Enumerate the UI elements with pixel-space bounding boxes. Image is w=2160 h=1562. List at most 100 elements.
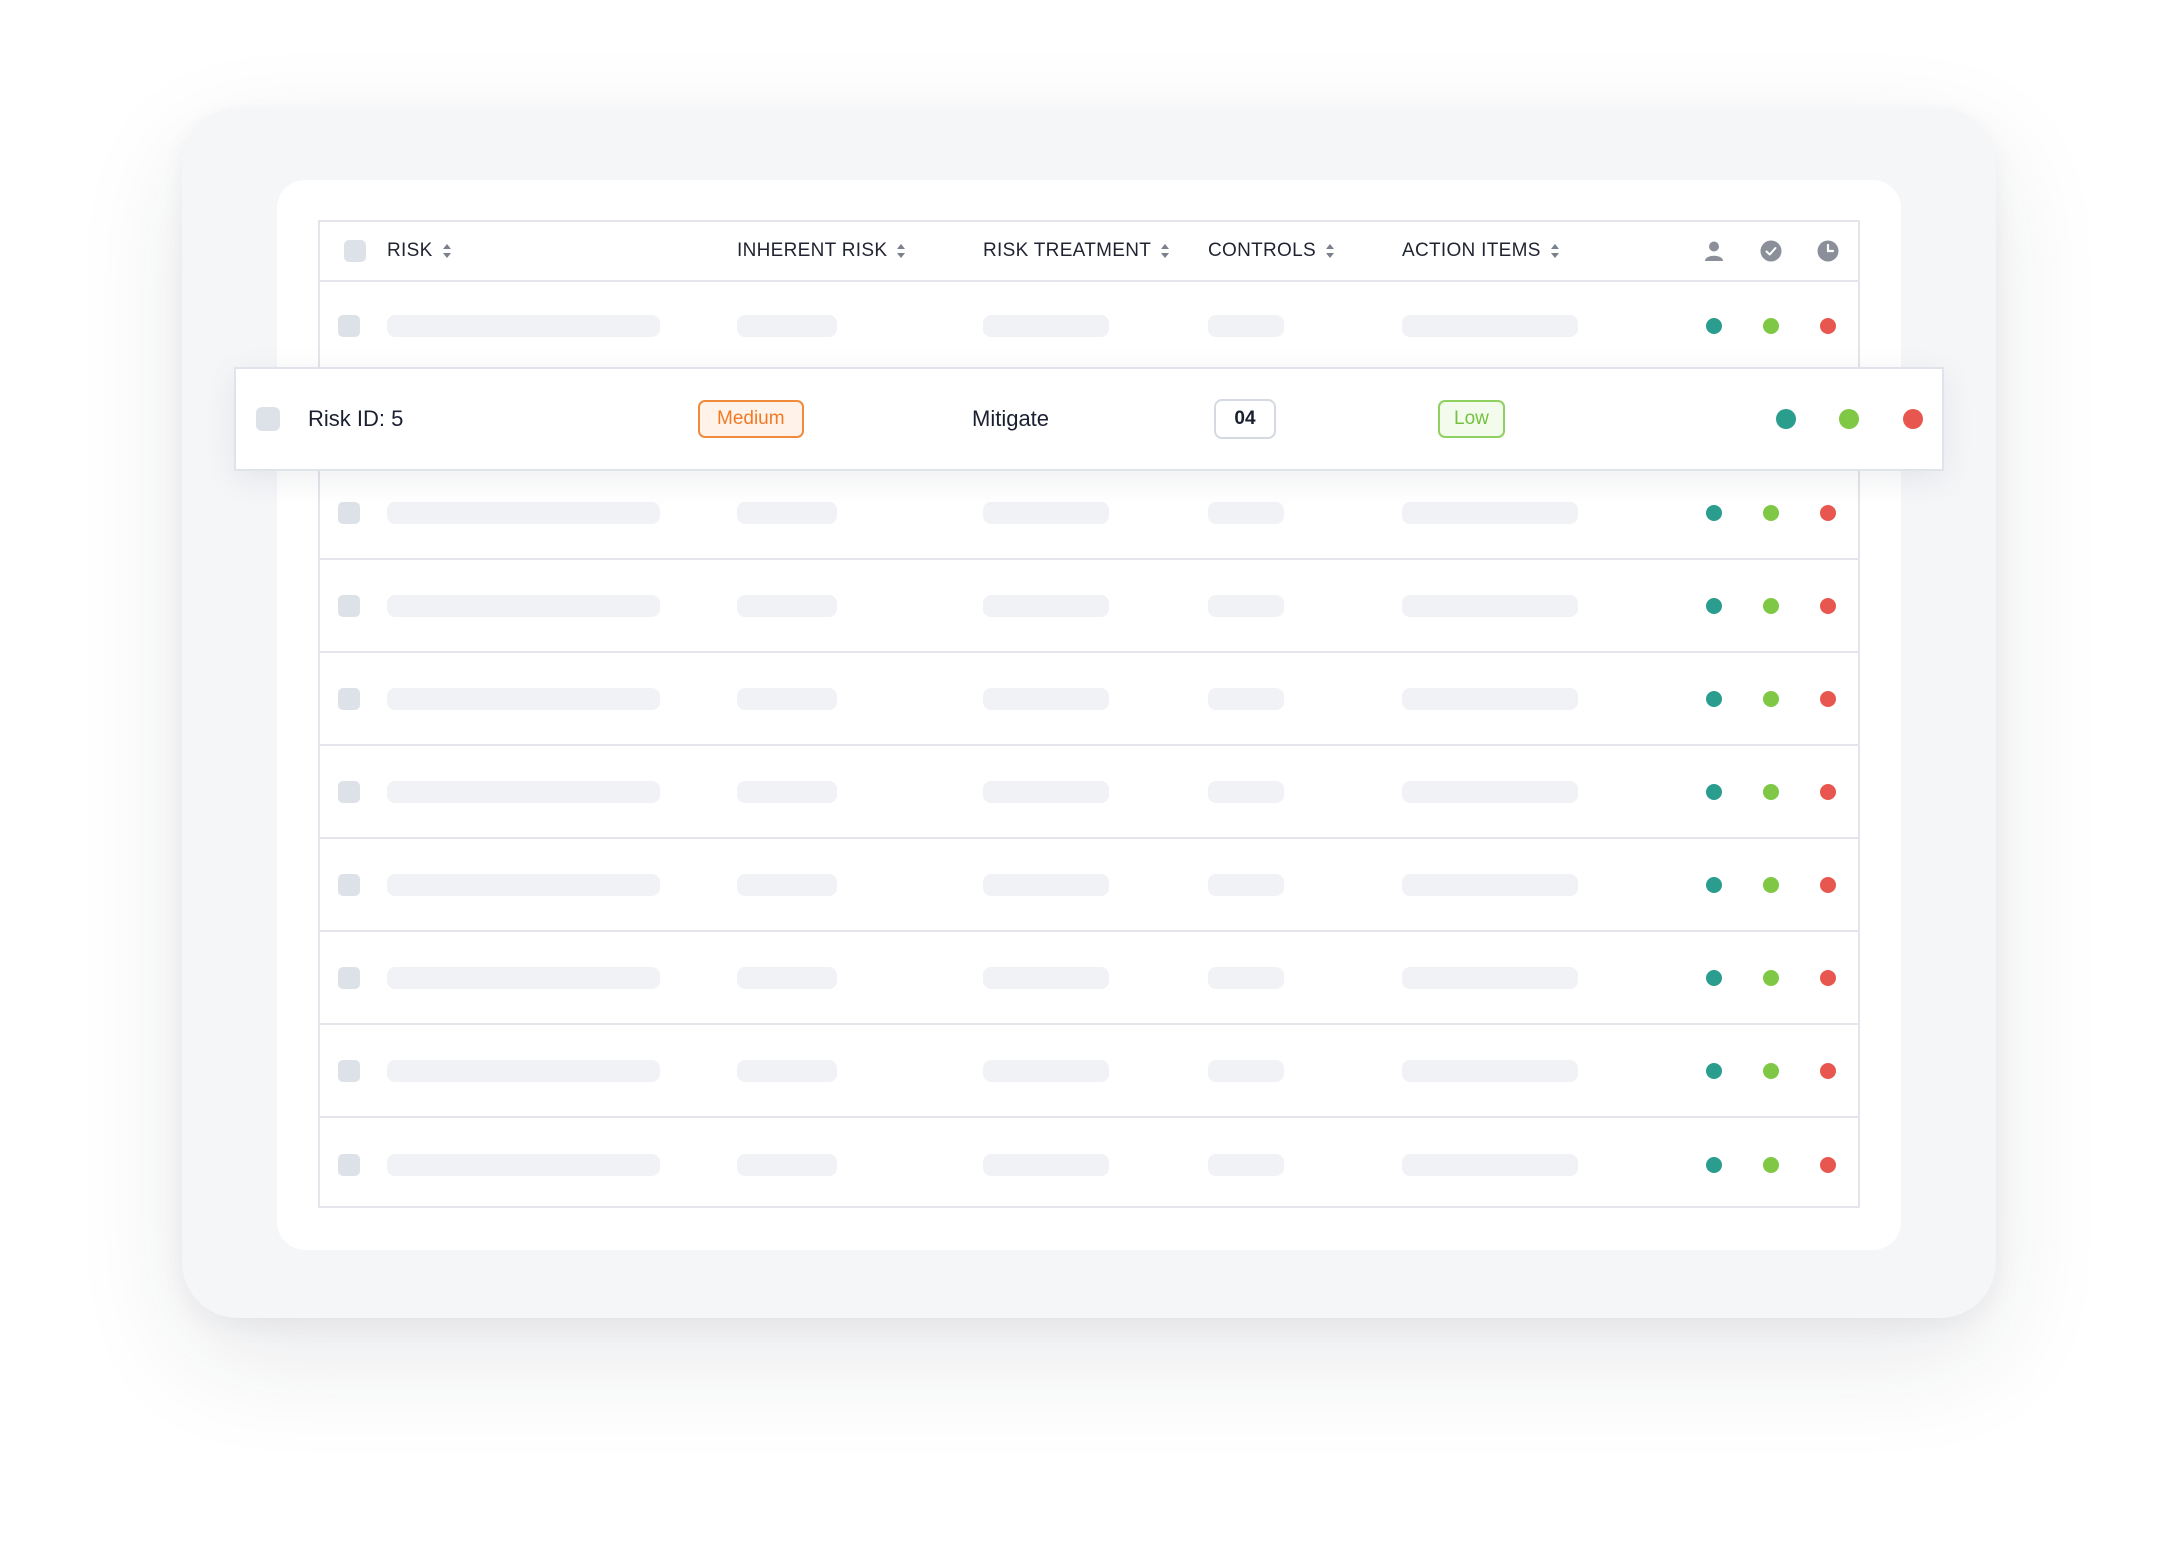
column-label: INHERENT RISK <box>737 240 888 261</box>
skeleton-placeholder <box>387 873 660 896</box>
skeleton-placeholder <box>1402 594 1578 617</box>
row-checkbox[interactable] <box>256 407 280 431</box>
skeleton-placeholder <box>983 966 1109 989</box>
status-dot-green <box>1763 1156 1779 1173</box>
skeleton-placeholder <box>737 873 837 896</box>
skeleton-placeholder <box>387 314 660 337</box>
row-checkbox[interactable] <box>338 314 360 337</box>
table-row[interactable] <box>320 282 1858 371</box>
skeleton-placeholder <box>1208 966 1284 989</box>
skeleton-placeholder <box>1402 501 1578 524</box>
row-checkbox[interactable] <box>338 966 360 989</box>
skeleton-placeholder <box>983 1153 1109 1176</box>
check-circle-icon[interactable] <box>1760 240 1782 262</box>
sort-icon[interactable] <box>896 244 906 258</box>
skeleton-placeholder <box>1208 1153 1284 1176</box>
skeleton-placeholder <box>1208 687 1284 710</box>
row-checkbox[interactable] <box>338 1059 360 1082</box>
skeleton-placeholder <box>983 314 1109 337</box>
status-dot-green <box>1763 969 1779 986</box>
status-dot-red <box>1820 1156 1836 1173</box>
skeleton-placeholder <box>737 687 837 710</box>
status-dot-green <box>1763 690 1779 707</box>
row-checkbox[interactable] <box>338 501 360 524</box>
status-dot-teal <box>1706 969 1722 986</box>
action-items-badge: Low <box>1438 400 1505 438</box>
skeleton-placeholder <box>1208 594 1284 617</box>
controls-count-badge[interactable]: 04 <box>1214 399 1276 439</box>
skeleton-placeholder <box>1208 1059 1284 1082</box>
table-row[interactable] <box>320 1118 1858 1211</box>
sort-icon[interactable] <box>1160 244 1170 258</box>
status-dot-green <box>1763 597 1779 614</box>
status-dot-teal <box>1706 783 1722 800</box>
skeleton-placeholder <box>737 1153 837 1176</box>
inherent-risk-badge: Medium <box>698 400 804 438</box>
sort-icon[interactable] <box>1325 244 1335 258</box>
skeleton-placeholder <box>737 966 837 989</box>
status-dot-teal <box>1706 1156 1722 1173</box>
skeleton-placeholder <box>983 687 1109 710</box>
skeleton-placeholder <box>983 873 1109 896</box>
skeleton-placeholder <box>737 314 837 337</box>
table-row[interactable] <box>320 1025 1858 1118</box>
status-dot-teal <box>1706 1062 1722 1079</box>
status-dot-green <box>1763 876 1779 893</box>
column-header-risk[interactable]: RISK <box>387 222 452 280</box>
select-all-checkbox[interactable] <box>344 240 366 262</box>
skeleton-placeholder <box>387 594 660 617</box>
skeleton-placeholder <box>737 1059 837 1082</box>
skeleton-placeholder <box>1208 780 1284 803</box>
skeleton-placeholder <box>1402 314 1578 337</box>
column-label: ACTION ITEMS <box>1402 240 1541 261</box>
status-dot-teal <box>1706 504 1722 521</box>
column-header-controls[interactable]: CONTROLS <box>1208 222 1335 280</box>
skeleton-placeholder <box>1402 687 1578 710</box>
row-checkbox[interactable] <box>338 687 360 710</box>
skeleton-placeholder <box>983 780 1109 803</box>
column-header-action-items[interactable]: ACTION ITEMS <box>1402 222 1560 280</box>
status-dot-teal <box>1706 876 1722 893</box>
table-row[interactable] <box>320 932 1858 1025</box>
table-row[interactable] <box>320 839 1858 932</box>
table-row[interactable] <box>320 467 1858 560</box>
status-dot-red <box>1820 597 1836 614</box>
table-header: RISK INHERENT RISK RISK TREATMENT CONTRO… <box>320 222 1858 282</box>
status-dot-green <box>1763 783 1779 800</box>
status-dot-green <box>1763 504 1779 521</box>
status-dot-red <box>1820 690 1836 707</box>
sort-icon[interactable] <box>1550 244 1560 258</box>
user-icon[interactable] <box>1703 240 1725 262</box>
column-header-risk-treatment[interactable]: RISK TREATMENT <box>983 222 1170 280</box>
skeleton-placeholder <box>983 1059 1109 1082</box>
skeleton-placeholder <box>387 687 660 710</box>
row-checkbox[interactable] <box>338 594 360 617</box>
column-header-inherent-risk[interactable]: INHERENT RISK <box>737 222 906 280</box>
sort-icon[interactable] <box>442 244 452 258</box>
skeleton-placeholder <box>387 780 660 803</box>
table-row[interactable] <box>320 746 1858 839</box>
risk-treatment-value: Mitigate <box>972 406 1050 431</box>
table-row[interactable] <box>320 653 1858 746</box>
status-dot-red <box>1820 317 1836 334</box>
row-checkbox[interactable] <box>338 780 360 803</box>
skeleton-placeholder <box>737 501 837 524</box>
skeleton-placeholder <box>1402 966 1578 989</box>
status-dot-red <box>1820 783 1836 800</box>
skeleton-placeholder <box>387 1059 660 1082</box>
highlighted-table-row[interactable]: Risk ID: 5 Medium Mitigate 04 Low <box>234 367 1944 471</box>
risk-id[interactable]: Risk ID: 5 <box>308 406 403 432</box>
clock-icon[interactable] <box>1817 240 1839 262</box>
status-dot-red <box>1820 876 1836 893</box>
table-row[interactable] <box>320 560 1858 653</box>
skeleton-placeholder <box>1402 873 1578 896</box>
row-checkbox[interactable] <box>338 1153 360 1176</box>
skeleton-placeholder <box>387 501 660 524</box>
skeleton-placeholder <box>1402 1059 1578 1082</box>
row-checkbox[interactable] <box>338 873 360 896</box>
column-label: RISK <box>387 240 433 261</box>
skeleton-placeholder <box>1208 314 1284 337</box>
stage: RISK INHERENT RISK RISK TREATMENT CONTRO… <box>0 0 2160 1562</box>
status-dot-red <box>1820 969 1836 986</box>
skeleton-placeholder <box>387 966 660 989</box>
